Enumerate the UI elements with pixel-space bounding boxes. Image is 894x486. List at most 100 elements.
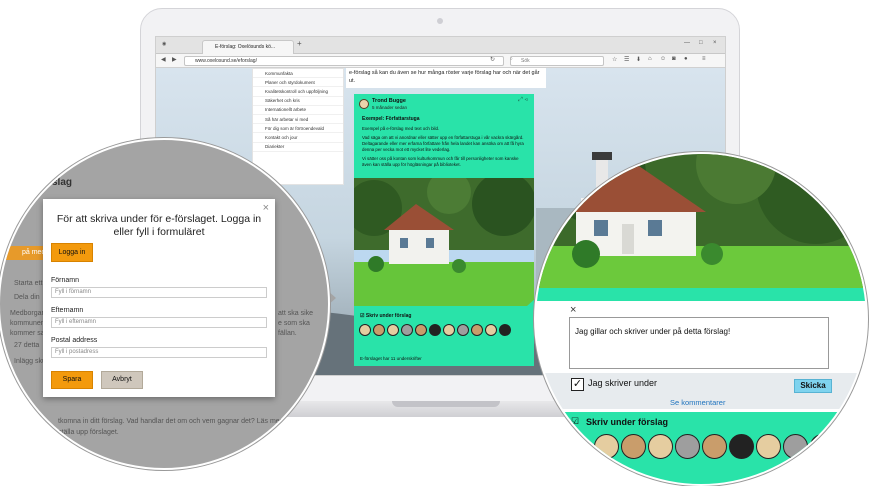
addon-icon[interactable]: ● <box>684 56 688 62</box>
background-text: kommer sa <box>10 330 45 337</box>
signature-count: E-förslaget har 11 underskrifter <box>360 356 422 361</box>
new-tab-button[interactable]: + <box>297 39 302 48</box>
download-icon[interactable]: ⬇ <box>636 56 641 63</box>
avatar[interactable] <box>415 324 427 336</box>
see-comments-link[interactable]: Se kommentarer <box>670 398 725 407</box>
background-text: Medborgar <box>10 310 44 317</box>
window-close-icon[interactable]: × <box>713 40 717 46</box>
sign-proposal-label[interactable]: Skriv under förslag <box>586 417 668 427</box>
tab-bar: ◉ E-förslag: Oxelösunds kö... × + — □ × <box>156 37 725 54</box>
share-icon[interactable]: ⋖ <box>525 97 528 103</box>
avatar[interactable] <box>675 434 700 459</box>
background-text: ställa upp förslaget. <box>58 429 119 436</box>
avatar[interactable] <box>499 324 511 336</box>
maximize-icon[interactable]: □ <box>699 40 703 46</box>
checkbox-icon: ☑ <box>571 416 580 426</box>
background-text: 27 detta <box>14 342 40 349</box>
save-button[interactable]: Spara <box>51 371 93 389</box>
send-button[interactable]: Skicka <box>794 379 832 393</box>
last-name-label: Efternamn <box>51 307 84 314</box>
laptop-notch <box>392 401 500 407</box>
login-button[interactable]: Logga in <box>51 243 93 262</box>
avatar[interactable] <box>783 434 808 459</box>
card-tools: ⤢ ⋖ <box>518 97 528 104</box>
sidebar-item[interactable]: Kommunfakta <box>253 69 343 79</box>
postal-address-field[interactable]: Fyll i postadress <box>51 347 267 358</box>
author-name[interactable]: Trond Bugge <box>372 98 406 104</box>
background-text: e som ska <box>278 320 310 327</box>
url-input[interactable]: www.oxelosund.se/eforslag/ <box>184 56 504 66</box>
avatar[interactable] <box>387 324 399 336</box>
reading-list-icon[interactable]: ☰ <box>624 56 629 63</box>
sidebar-item[interactable]: Internationellt arbete <box>253 106 343 115</box>
close-icon[interactable]: × <box>570 304 576 316</box>
sidebar-menu: Kommunfakta Planer och styrdokument Kval… <box>252 68 344 185</box>
expand-icon[interactable]: ⤢ <box>518 97 523 103</box>
login-modal: × För att skriva under för e-förslaget. … <box>43 199 275 397</box>
avatar[interactable] <box>729 434 754 459</box>
tab-title: E-förslag: Oxelösunds kö... <box>215 44 276 50</box>
avatar[interactable] <box>429 324 441 336</box>
modal-title: För att skriva under för e-förslaget. Lo… <box>56 213 262 238</box>
avatar[interactable] <box>373 324 385 336</box>
minimize-icon[interactable]: — <box>684 40 690 46</box>
first-name-field[interactable]: Fyll i förnamn <box>51 287 267 298</box>
comment-magnifier: × Jag gillar och skriver under på detta … <box>534 152 868 486</box>
avatar[interactable] <box>648 434 673 459</box>
firefox-menu-icon[interactable]: ◉ <box>162 41 166 47</box>
post-time: 5 månader sedan <box>372 105 408 110</box>
sidebar-item[interactable]: Kvalitetskontroll och uppföljning <box>253 87 343 97</box>
search-input[interactable]: Sök <box>510 56 604 66</box>
avatar[interactable] <box>621 434 646 459</box>
avatar[interactable] <box>443 324 455 336</box>
forward-icon[interactable]: ▶ <box>172 56 177 63</box>
avatar[interactable] <box>359 324 371 336</box>
sign-checkbox[interactable]: ✓ <box>571 378 584 391</box>
sidebar-item[interactable]: Planer och styrdokument <box>253 78 343 88</box>
search-icon: ⌕ <box>510 56 513 62</box>
browser-tab[interactable]: E-förslag: Oxelösunds kö... × <box>202 40 294 54</box>
background-text: Starta ett <box>14 280 43 287</box>
avatar[interactable] <box>702 434 727 459</box>
sidebar-item[interactable]: För dig som är förtroendevald <box>253 124 343 134</box>
body-paragraph: Vad säga om att vi anordnar eller sätter… <box>362 135 524 152</box>
sign-proposal-label[interactable]: ☑ Skriv under förslag <box>360 313 411 319</box>
nav-bar: ◀ ▶ www.oxelosund.se/eforslag/ ↻ Sök ⌕ ☆… <box>156 54 725 68</box>
pocket-icon[interactable]: ◙ <box>672 56 676 62</box>
first-name-label: Förnamn <box>51 277 80 284</box>
cottage-photo <box>354 178 534 306</box>
green-band <box>536 288 866 301</box>
sign-checkbox-label: Jag skriver under <box>588 378 658 388</box>
comment-textarea[interactable]: Jag gillar och skriver under på detta fö… <box>569 317 829 369</box>
home-icon[interactable]: ⌂ <box>648 56 652 62</box>
avatar[interactable] <box>401 324 413 336</box>
cancel-button[interactable]: Avbryt <box>101 371 143 389</box>
background-text: tkomna in ditt förslag. Vad handlar det … <box>58 418 294 425</box>
postal-address-label: Postal address <box>51 337 98 344</box>
sidebar-item[interactable]: Kontakt och jour <box>253 133 343 143</box>
last-name-field[interactable]: Fyll i efternamn <box>51 317 267 328</box>
sidebar-item[interactable]: Så här arbetar vi med <box>253 115 343 125</box>
bookmark-icon[interactable]: ☆ <box>612 56 617 63</box>
avatar[interactable] <box>471 324 483 336</box>
avatar[interactable] <box>594 434 619 459</box>
background-text: fällan. <box>278 330 297 337</box>
proposal-title: Exempel: Författarstuga <box>362 116 420 122</box>
avatar[interactable] <box>810 434 835 459</box>
avatar[interactable] <box>756 434 781 459</box>
avatar[interactable] <box>485 324 497 336</box>
body-paragraph: Vi sätter oss på kontan som kulturkommun… <box>362 156 519 167</box>
body-paragraph: Exempel på e-förslag med text och bild. <box>362 126 440 131</box>
back-icon[interactable]: ◀ <box>161 56 166 63</box>
avatar[interactable] <box>457 324 469 336</box>
sidebar-item[interactable]: Diariekter <box>253 143 343 152</box>
sidebar-item[interactable]: Säkerhet och kris <box>253 97 343 106</box>
login-magnifier: slag på med n Starta ett Dela din Medbor… <box>0 138 330 470</box>
background-text: Dela din <box>14 294 40 301</box>
hamburger-menu-icon[interactable]: ≡ <box>702 56 706 62</box>
chat-icon[interactable]: ☺ <box>660 56 666 62</box>
proposal-card: Trond Bugge 5 månader sedan ⤢ ⋖ Exempel:… <box>354 94 534 366</box>
reload-icon[interactable]: ↻ <box>490 56 495 63</box>
checkbox-icon: ☑ <box>360 313 365 319</box>
cottage-photo-zoomed <box>536 154 866 288</box>
